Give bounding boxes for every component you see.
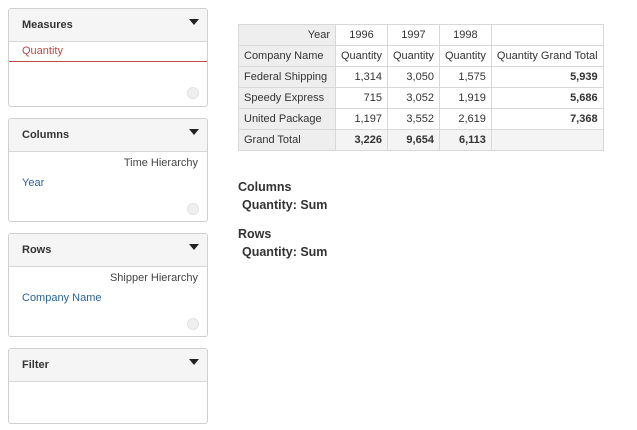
- columns-summary-heading: Columns: [238, 180, 292, 194]
- hierarchy-label: Shipper Hierarchy: [109, 272, 198, 284]
- grand-total-row: Grand Total 3,226 9,654 6,113: [238, 129, 604, 151]
- row-total-cell: 5,686: [490, 87, 604, 109]
- empty-header-cell: [490, 24, 604, 46]
- rows-panel-header: Rows: [9, 234, 207, 267]
- row-header: Company Name: [238, 45, 336, 67]
- row-label: Speedy Express: [238, 87, 336, 109]
- grand-total-overall-cell: [490, 129, 604, 151]
- table-cell: 3,052: [386, 87, 440, 109]
- filter-panel-title: Filter: [22, 359, 49, 371]
- measures-panel: Measures Quantity: [8, 8, 208, 107]
- grand-total-column-header: Quantity Grand Total: [490, 45, 604, 67]
- filter-panel-header: Filter: [9, 349, 207, 382]
- row-label: Federal Shipping: [238, 66, 336, 88]
- table-cell: 3,050: [386, 66, 440, 88]
- table-row: Federal Shipping 1,314 3,050 1,575 5,939: [238, 66, 604, 88]
- chevron-down-icon[interactable]: [189, 129, 199, 135]
- filter-panel: Filter: [8, 348, 208, 424]
- grand-total-label: Grand Total: [238, 129, 336, 151]
- grand-total-cell: 3,226: [335, 129, 388, 151]
- measure-item-label: Quantity: [22, 45, 63, 57]
- remove-icon[interactable]: [187, 87, 199, 99]
- table-cell: 3,552: [386, 108, 440, 130]
- columns-summary-detail: Quantity: Sum: [242, 198, 328, 212]
- rows-summary-detail: Quantity: Sum: [242, 245, 328, 259]
- grand-total-cell: 6,113: [438, 129, 492, 151]
- rows-summary: Rows Quantity: Sum: [238, 227, 327, 259]
- rows-panel-title: Rows: [22, 244, 52, 256]
- pivot-year-row: Year 1996 1997 1998: [238, 24, 604, 46]
- year-header: 1997: [386, 24, 440, 46]
- chevron-down-icon[interactable]: [189, 244, 199, 250]
- chevron-down-icon[interactable]: [189, 359, 199, 365]
- measures-panel-title: Measures: [22, 19, 73, 31]
- table-cell: 1,575: [438, 66, 492, 88]
- table-cell: 715: [335, 87, 388, 109]
- columns-panel-title: Columns: [22, 129, 70, 141]
- table-cell: 1,314: [335, 66, 388, 88]
- year-header: 1998: [438, 24, 492, 46]
- measure-item-quantity[interactable]: Quantity: [9, 42, 207, 62]
- table-row: United Package 1,197 3,552 2,619 7,368: [238, 108, 604, 130]
- table-cell: 2,619: [438, 108, 492, 130]
- remove-icon[interactable]: [187, 203, 199, 215]
- chevron-down-icon[interactable]: [189, 19, 199, 25]
- measure-header: Quantity: [335, 45, 388, 67]
- field-item-company-name[interactable]: Company Name: [22, 292, 101, 304]
- year-header: 1996: [335, 24, 388, 46]
- pivot-header-row: Company Name Quantity Quantity Quantity …: [238, 45, 604, 67]
- remove-icon[interactable]: [187, 318, 199, 330]
- pivot-table: Year 1996 1997 1998 Company Name Quantit…: [238, 24, 604, 151]
- table-row: Speedy Express 715 3,052 1,919 5,686: [238, 87, 604, 109]
- row-total-cell: 5,939: [490, 66, 604, 88]
- rows-summary-heading: Rows: [238, 227, 272, 241]
- measure-header: Quantity: [438, 45, 492, 67]
- columns-panel-header: Columns: [9, 119, 207, 152]
- rows-panel: Rows Shipper Hierarchy Company Name: [8, 233, 208, 337]
- table-cell: 1,919: [438, 87, 492, 109]
- columns-summary: Columns Quantity: Sum: [238, 180, 327, 212]
- row-total-cell: 7,368: [490, 108, 604, 130]
- year-axis-label: Year: [238, 24, 336, 46]
- table-cell: 1,197: [335, 108, 388, 130]
- row-label: United Package: [238, 108, 336, 130]
- grand-total-cell: 9,654: [386, 129, 440, 151]
- field-item-year[interactable]: Year: [22, 177, 44, 189]
- columns-panel: Columns Time Hierarchy Year: [8, 118, 208, 222]
- hierarchy-label: Time Hierarchy: [123, 157, 198, 169]
- measure-header: Quantity: [386, 45, 440, 67]
- measures-panel-header: Measures: [9, 9, 207, 42]
